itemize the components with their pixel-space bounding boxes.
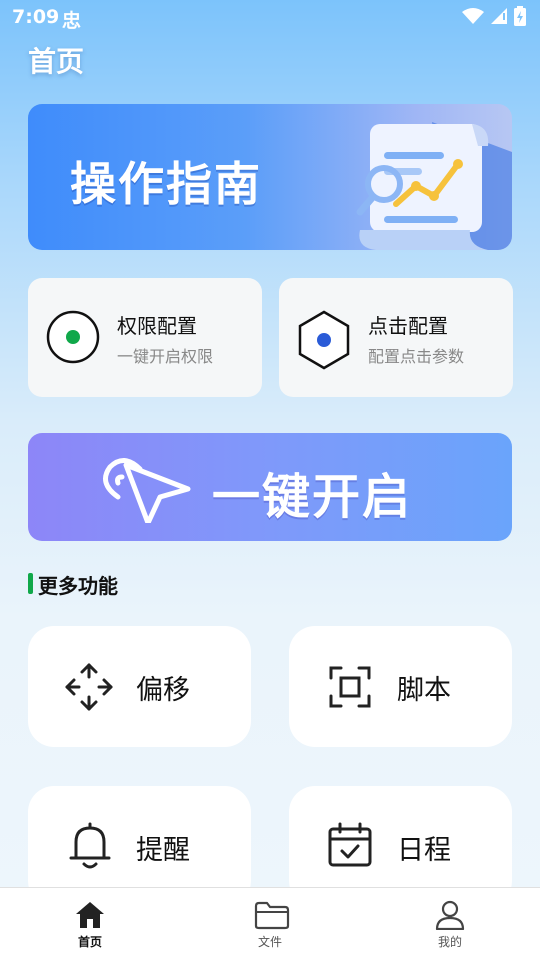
section-accent-bar bbox=[28, 573, 33, 594]
home-icon bbox=[76, 902, 104, 928]
signal-icon bbox=[491, 8, 507, 24]
user-icon bbox=[435, 900, 465, 930]
bell-icon bbox=[69, 822, 111, 869]
section-title: 更多功能 bbox=[38, 574, 118, 598]
click-config-card[interactable]: 点击配置 配置点击参数 bbox=[279, 278, 513, 397]
offset-function-label: 偏移 bbox=[136, 675, 190, 706]
folder-icon bbox=[254, 901, 290, 930]
script-function-label: 脚本 bbox=[397, 675, 451, 706]
reminder-function-label: 提醒 bbox=[136, 835, 190, 866]
nav-label-home: 首页 bbox=[77, 935, 102, 949]
wifi-icon bbox=[462, 8, 484, 24]
permission-config-title: 权限配置 bbox=[117, 314, 197, 338]
hexagon-dot-icon bbox=[298, 310, 350, 370]
cursor-click-icon bbox=[103, 458, 191, 523]
status-bar: 7:09 忠 bbox=[0, 0, 540, 36]
nav-item-home[interactable]: 首页 bbox=[30, 888, 150, 961]
scan-frame-icon bbox=[329, 666, 371, 708]
calendar-check-icon bbox=[328, 822, 372, 867]
page-title: 首页 bbox=[28, 45, 85, 78]
nav-item-files[interactable]: 文件 bbox=[210, 888, 330, 961]
one-key-enable-label: 一键开启 bbox=[212, 469, 413, 525]
script-function-card[interactable]: 脚本 bbox=[289, 626, 512, 747]
permission-config-card[interactable]: 权限配置 一键开启权限 bbox=[28, 278, 262, 397]
radio-target-icon bbox=[46, 310, 100, 364]
one-key-enable-button[interactable]: 一键开启 bbox=[28, 433, 512, 541]
nav-item-profile[interactable]: 我的 bbox=[390, 888, 510, 961]
document-chart-illustration-icon bbox=[356, 122, 512, 250]
status-icons bbox=[462, 6, 526, 26]
offset-function-card[interactable]: 偏移 bbox=[28, 626, 251, 747]
status-carrier-glyph: 忠 bbox=[62, 10, 82, 32]
status-time: 7:09 bbox=[12, 6, 60, 28]
click-config-subtitle: 配置点击参数 bbox=[368, 347, 465, 366]
schedule-function-label: 日程 bbox=[397, 835, 451, 866]
move-arrows-icon bbox=[65, 663, 113, 711]
guide-banner[interactable]: 操作指南 bbox=[28, 104, 512, 250]
permission-config-subtitle: 一键开启权限 bbox=[117, 347, 214, 366]
bottom-nav: 首页 文件 我的 bbox=[0, 887, 540, 961]
nav-label-files: 文件 bbox=[257, 935, 282, 949]
nav-label-profile: 我的 bbox=[437, 935, 462, 949]
guide-banner-title: 操作指南 bbox=[70, 157, 262, 211]
battery-icon bbox=[514, 6, 526, 26]
click-config-title: 点击配置 bbox=[368, 314, 448, 338]
